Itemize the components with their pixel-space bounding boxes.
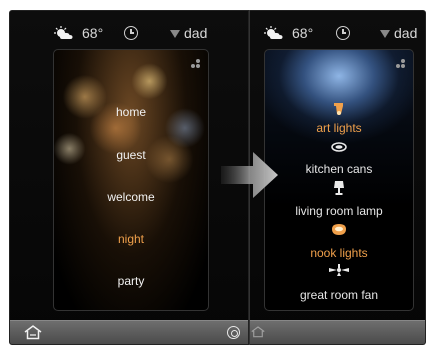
home-icon[interactable]: [24, 325, 42, 340]
clock-icon[interactable]: [124, 26, 138, 40]
user-selector[interactable]: dad: [170, 25, 207, 41]
lamp-icon: [334, 181, 344, 195]
light-great-room-fan[interactable]: great room fan: [265, 288, 413, 302]
scene-home[interactable]: home: [54, 105, 208, 119]
scene-night[interactable]: night: [54, 232, 208, 246]
light-art-lights[interactable]: art lights: [265, 121, 413, 135]
user-name: dad: [184, 25, 208, 41]
dropdown-triangle-icon: [170, 30, 180, 38]
status-bar: 68° dad: [10, 25, 248, 45]
light-living-room-lamp[interactable]: living room lamp: [265, 204, 413, 218]
clock-icon[interactable]: [336, 26, 350, 40]
arrow-right-icon: [221, 152, 278, 198]
scenes-card: home guest welcome night party: [53, 49, 209, 311]
user-name: dad: [394, 25, 418, 41]
lights-card: art lights kitchen cans living room lamp…: [264, 49, 414, 311]
temperature: 68°: [82, 25, 104, 41]
bottom-bar: [10, 320, 248, 344]
scene-guest[interactable]: guest: [54, 148, 208, 162]
weather[interactable]: 68°: [54, 25, 103, 41]
weather-partly-cloudy-icon: [264, 26, 283, 39]
target-icon[interactable]: [227, 326, 240, 339]
scenes-screen: 68° dad home guest welcome night party: [9, 10, 249, 345]
menu-dots-icon[interactable]: [191, 59, 201, 69]
weather-partly-cloudy-icon: [54, 26, 73, 39]
ceiling-fan-icon: [329, 264, 349, 276]
weather[interactable]: 68°: [264, 25, 313, 41]
spotlight-icon: [334, 103, 343, 115]
light-kitchen-cans[interactable]: kitchen cans: [265, 162, 413, 176]
light-nook-lights[interactable]: nook lights: [265, 246, 413, 260]
home-icon: [251, 326, 265, 338]
dropdown-triangle-icon: [380, 30, 390, 38]
bottom-bar: [250, 320, 425, 344]
menu-dots-icon[interactable]: [396, 59, 406, 69]
scene-party[interactable]: party: [54, 274, 208, 288]
can-light-icon: [331, 142, 347, 152]
status-bar: 68° dad: [250, 25, 425, 45]
pendant-light-icon: [332, 224, 346, 235]
scene-welcome[interactable]: welcome: [54, 190, 208, 204]
user-selector[interactable]: dad: [380, 25, 417, 41]
temperature: 68°: [292, 25, 314, 41]
